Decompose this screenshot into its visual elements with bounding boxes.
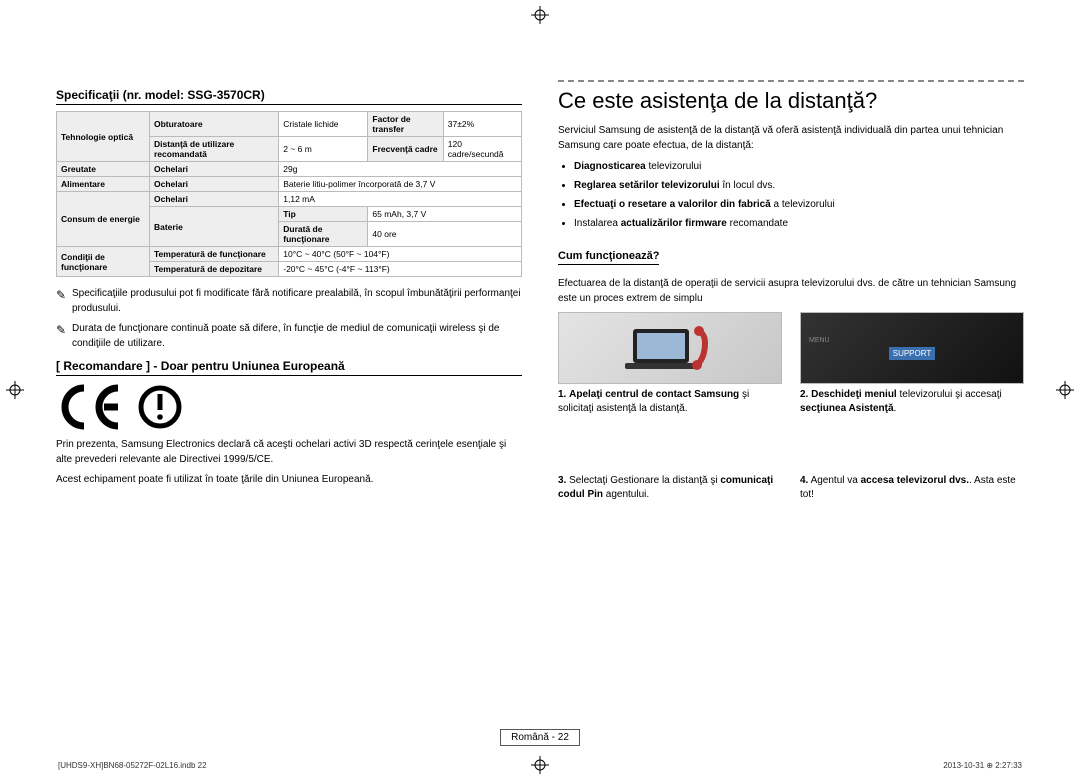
left-column: Specificaţii (nr. model: SSG-3570CR) Teh… bbox=[56, 80, 522, 502]
spec-title: Specificaţii (nr. model: SSG-3570CR) bbox=[56, 88, 522, 105]
doc-timestamp: 2013-10-31 ⊕ 2:27:33 bbox=[943, 761, 1022, 770]
list-item: Reglarea setărilor televizorului în locu… bbox=[574, 178, 1024, 194]
note-icon: ✎ bbox=[56, 287, 72, 316]
note-text: Durata de funcţionare continuă poate să … bbox=[72, 322, 522, 351]
note-text: Specificaţiile produsului pot fi modific… bbox=[72, 287, 522, 316]
capability-list: Diagnosticarea televizorului Reglarea se… bbox=[558, 159, 1024, 232]
remote-support-title: Ce este asistenţa de la distanţă? bbox=[558, 80, 1024, 114]
step-1: 1. Apelaţi centrul de contact Samsung şi… bbox=[558, 312, 782, 416]
right-column: Ce este asistenţa de la distanţă? Servic… bbox=[558, 80, 1024, 502]
reg-mark-right bbox=[1056, 381, 1074, 399]
note-icon: ✎ bbox=[56, 322, 72, 351]
list-item: Instalarea actualizărilor firmware recom… bbox=[574, 216, 1024, 232]
step-2: MENU SUPPORT 2. Deschideţi meniul televi… bbox=[800, 312, 1024, 416]
eu-title: [ Recomandare ] - Doar pentru Uniunea Eu… bbox=[56, 359, 522, 376]
step-3: 3. Selectaţi Gestionare la distanţă şi c… bbox=[558, 474, 782, 502]
eu-paragraph-2: Acest echipament poate fi utilizat în to… bbox=[56, 473, 522, 488]
how-intro: Efectuarea de la distanţă de operaţii de… bbox=[558, 277, 1024, 306]
page-number-label: Română - 22 bbox=[500, 729, 580, 746]
list-item: Efectuaţi o resetare a valorilor din fab… bbox=[574, 197, 1024, 213]
remote-support-intro: Serviciul Samsung de asistenţă de la dis… bbox=[558, 124, 1024, 153]
ce-mark-icon bbox=[60, 382, 522, 432]
spec-note-2: ✎ Durata de funcţionare continuă poate s… bbox=[56, 322, 522, 351]
step-image-tv-menu: MENU SUPPORT bbox=[800, 312, 1024, 384]
doc-filename: [UHDS9-XH]BN68-05272F-02L16.indb 22 bbox=[58, 761, 207, 770]
list-item: Diagnosticarea televizorului bbox=[574, 159, 1024, 175]
how-title: Cum funcţionează? bbox=[558, 250, 659, 265]
page-footer: Română - 22 bbox=[0, 729, 1080, 746]
eu-paragraph-1: Prin prezenta, Samsung Electronics decla… bbox=[56, 438, 522, 467]
doc-footer: [UHDS9-XH]BN68-05272F-02L16.indb 22 2013… bbox=[58, 761, 1022, 770]
step-4: 4. Agentul va accesa televizorul dvs.. A… bbox=[800, 474, 1024, 502]
reg-mark-top bbox=[531, 6, 549, 24]
spec-note-1: ✎ Specificaţiile produsului pot fi modif… bbox=[56, 287, 522, 316]
spec-table: Tehnologie optică Obturatoare Cristale l… bbox=[56, 111, 522, 277]
reg-mark-left bbox=[6, 381, 24, 399]
step-image-laptop-phone bbox=[558, 312, 782, 384]
